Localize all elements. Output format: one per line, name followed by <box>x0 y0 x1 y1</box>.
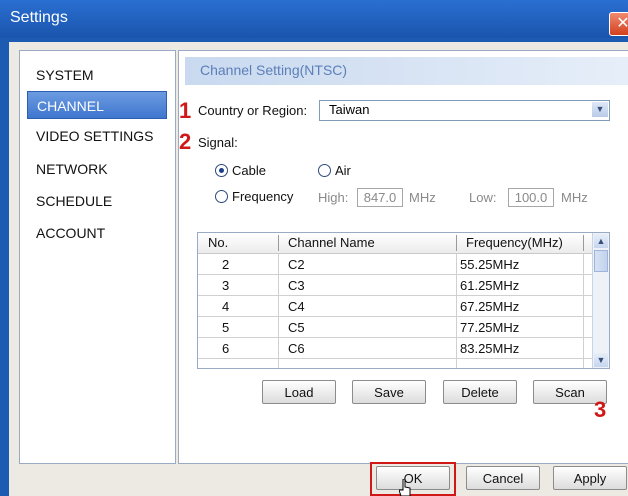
close-icon[interactable]: ✕ <box>609 12 628 36</box>
column-gridline <box>456 254 457 368</box>
sidebar-item-system[interactable]: SYSTEM <box>27 61 167 89</box>
radio-air-label[interactable]: Air <box>335 163 351 178</box>
load-button[interactable]: Load <box>262 380 336 404</box>
chevron-down-icon[interactable]: ▼ <box>592 102 608 117</box>
save-button[interactable]: Save <box>352 380 426 404</box>
cell-channel-name: C3 <box>288 278 305 293</box>
radio-frequency-label[interactable]: Frequency <box>232 189 293 204</box>
column-divider[interactable] <box>583 235 584 251</box>
low-label: Low: <box>469 190 497 205</box>
ok-highlight-frame <box>370 462 456 496</box>
chevron-up-icon[interactable]: ▲ <box>594 234 608 248</box>
section-title: Channel Setting(NTSC) <box>200 62 348 78</box>
column-divider[interactable] <box>278 235 279 251</box>
annotation-step-1: 1 <box>179 98 192 123</box>
table-row[interactable]: 5 C5 77.25MHz <box>198 317 593 338</box>
settings-window: Settings ✕ SYSTEM CHANNEL VIDEO SETTINGS… <box>0 0 628 496</box>
radio-frequency[interactable] <box>215 190 228 203</box>
cell-frequency: 67.25MHz <box>460 299 520 314</box>
table-row[interactable]: 6 C6 83.25MHz <box>198 338 593 359</box>
title-bar: Settings ✕ <box>0 0 628 38</box>
sidebar-item-video-settings[interactable]: VIDEO SETTINGS <box>27 122 167 150</box>
cancel-button[interactable]: Cancel <box>466 466 540 490</box>
cell-frequency: 77.25MHz <box>460 320 520 335</box>
channel-table: No. Channel Name Frequency(MHz) 2 C2 55.… <box>197 232 610 369</box>
radio-selected-dot <box>219 168 224 173</box>
hand-cursor-icon <box>399 479 411 496</box>
delete-button[interactable]: Delete <box>443 380 517 404</box>
annotation-step-3: 3 <box>594 397 607 422</box>
radio-cable[interactable] <box>215 164 228 177</box>
country-select-value: Taiwan <box>329 102 370 117</box>
signal-label: Signal: <box>198 135 238 150</box>
column-header-frequency[interactable]: Frequency(MHz) <box>466 235 563 250</box>
cell-no: 3 <box>222 278 230 293</box>
sidebar-item-channel[interactable]: CHANNEL <box>27 91 167 119</box>
column-gridline <box>583 254 584 368</box>
high-unit: MHz <box>409 190 436 205</box>
cell-channel-name: C5 <box>288 320 305 335</box>
high-label: High: <box>318 190 349 205</box>
column-divider[interactable] <box>456 235 457 251</box>
scrollbar-thumb[interactable] <box>594 250 608 272</box>
country-label: Country or Region: <box>198 103 308 118</box>
cell-no: 5 <box>222 320 230 335</box>
window-title: Settings <box>10 9 68 26</box>
table-row[interactable]: 3 C3 61.25MHz <box>198 275 593 296</box>
cell-channel-name: C6 <box>288 341 305 356</box>
cell-no: 2 <box>222 257 230 272</box>
table-scrollbar[interactable]: ▲ ▼ <box>592 233 609 368</box>
radio-air[interactable] <box>318 164 331 177</box>
radio-cable-label[interactable]: Cable <box>232 163 266 178</box>
chevron-down-icon[interactable]: ▼ <box>594 353 608 367</box>
sidebar-item-schedule[interactable]: SCHEDULE <box>27 187 167 215</box>
column-header-channel-name[interactable]: Channel Name <box>288 235 375 250</box>
cell-frequency: 55.25MHz <box>460 257 520 272</box>
cell-no: 6 <box>222 341 230 356</box>
sidebar-item-account[interactable]: ACCOUNT <box>27 219 167 247</box>
cell-no: 4 <box>222 299 230 314</box>
settings-sidebar: SYSTEM CHANNEL VIDEO SETTINGS NETWORK SC… <box>19 50 176 464</box>
column-gridline <box>278 254 279 368</box>
table-row[interactable]: 2 C2 55.25MHz <box>198 254 593 275</box>
table-row[interactable]: 4 C4 67.25MHz <box>198 296 593 317</box>
cell-channel-name: C4 <box>288 299 305 314</box>
low-unit: MHz <box>561 190 588 205</box>
cell-channel-name: C2 <box>288 257 305 272</box>
column-header-no[interactable]: No. <box>208 235 228 250</box>
apply-button[interactable]: Apply <box>553 466 627 490</box>
cell-frequency: 83.25MHz <box>460 341 520 356</box>
table-header: No. Channel Name Frequency(MHz) <box>198 233 593 254</box>
country-select[interactable]: Taiwan ▼ <box>319 100 610 121</box>
high-frequency-input[interactable]: 847.0 <box>357 188 403 207</box>
low-frequency-input[interactable]: 100.0 <box>508 188 554 207</box>
sidebar-item-network[interactable]: NETWORK <box>27 155 167 183</box>
annotation-step-2: 2 <box>179 129 192 154</box>
cell-frequency: 61.25MHz <box>460 278 520 293</box>
